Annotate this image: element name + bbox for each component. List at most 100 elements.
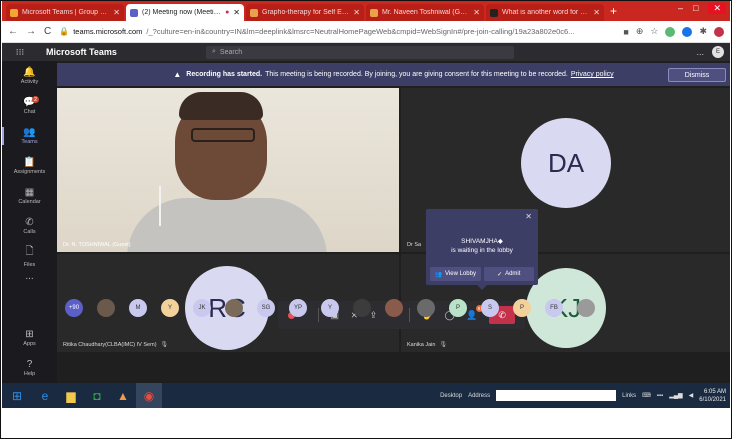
video-tile-guest[interactable]: Dr. N. TOSHNIWAL (Guest) [57, 88, 399, 252]
app-launcher-icon[interactable]: ⁝⁝⁝ [2, 47, 38, 58]
participant-chip[interactable] [417, 298, 435, 317]
file-explorer-icon[interactable]: ▆ [58, 383, 84, 408]
participant-chip[interactable]: P [513, 298, 531, 317]
url-path: /_?culture=en-in&country=IN&lm=deeplink&… [146, 27, 575, 36]
rail-item-activity[interactable]: 🔔 Activity [2, 61, 57, 91]
people-icon: 👥 [434, 271, 443, 278]
store-icon[interactable]: ◘ [84, 383, 110, 408]
participant-chip[interactable] [353, 298, 371, 317]
dismiss-button[interactable]: Dismiss [668, 68, 726, 82]
avatar-da: DA [521, 118, 611, 208]
puzzle-icon[interactable]: ✱ [699, 26, 707, 37]
browser-tab-0[interactable]: Microsoft Teams | Group Chat ✕ [6, 4, 124, 21]
windows-taskbar: ⊞ e ▆ ◘ ▲ ◉ Desktop Address Links ⌨ ▪▪▪ … [2, 383, 730, 408]
address-toolbar-input[interactable] [496, 390, 617, 401]
close-icon[interactable]: ✕ [525, 212, 532, 221]
browser-tab-2[interactable]: Grapho-therapy for Self Evaluat ✕ [246, 4, 364, 21]
rail-label: Assignments [13, 169, 46, 175]
participant-chip[interactable]: M [129, 298, 147, 317]
close-tab-icon[interactable]: ✕ [473, 8, 480, 17]
participant-chip[interactable] [385, 298, 403, 317]
participant-chip[interactable]: SG [257, 298, 275, 317]
page-favicon-icon [250, 8, 258, 17]
network-icon[interactable]: ▂▄▆ [669, 392, 682, 399]
tray-icons[interactable]: ▪▪▪ [657, 393, 663, 399]
participant-name: Ritika Chaudhary(CLBA(IMC) IV Sem) [63, 341, 157, 348]
close-window-icon[interactable]: ✕ [708, 3, 726, 14]
browser-tab-3[interactable]: Mr. Naveen Toshniwal (Grapho ✕ [366, 4, 484, 21]
rail-item-files[interactable]: 🗋 Files [2, 241, 57, 271]
browser-tab-1[interactable]: (2) Meeting now (Meeting) ● ✕ [126, 4, 244, 21]
close-tab-icon[interactable]: ✕ [353, 8, 360, 17]
rail-item-chat[interactable]: 💬 Chat 2 [2, 91, 57, 121]
new-tab-button[interactable]: + [610, 4, 617, 18]
tab-title: Mr. Naveen Toshniwal (Grapho [382, 9, 470, 16]
recording-dot-icon: ● [225, 9, 230, 16]
chrome-icon[interactable]: ◉ [136, 383, 162, 408]
participant-chip[interactable]: JK [193, 298, 211, 317]
extension-icon[interactable] [665, 26, 676, 37]
calendar-icon: ▦ [24, 187, 35, 198]
participant-chip[interactable]: S [481, 298, 499, 317]
participant-chip[interactable] [577, 298, 595, 317]
participant-chip[interactable]: +90 [65, 298, 83, 317]
search-input[interactable]: ⌕ Search [206, 45, 514, 59]
rail-item-teams[interactable]: 👥 Teams [2, 121, 57, 151]
participant-chip[interactable]: Y [161, 298, 179, 317]
help-icon: ? [26, 359, 33, 370]
more-options-icon[interactable]: ... [696, 47, 704, 57]
apps-icon: ⊞ [25, 329, 34, 340]
privacy-policy-link[interactable]: Privacy policy [571, 71, 614, 78]
browser-tab-4[interactable]: What is another word for accl ✕ [486, 4, 604, 21]
mic-off-icon: 🎙 [160, 342, 169, 348]
volume-icon[interactable]: ◀ [689, 392, 694, 399]
close-tab-icon[interactable]: ✕ [113, 8, 120, 17]
rail-label: Help [23, 371, 36, 377]
windows-start-icon[interactable]: ⊞ [2, 389, 32, 403]
rail-item-apps[interactable]: ⊞ Apps [2, 323, 57, 353]
participant-glasses [191, 128, 255, 142]
participant-name-tag: Dr Sa [407, 242, 421, 248]
system-clock[interactable]: 6:05 AM 6/10/2021 [699, 388, 726, 404]
teams-brand: Microsoft Teams [46, 47, 117, 57]
rail-more-icon[interactable]: ... [2, 271, 57, 293]
participant-chip[interactable]: YP [289, 298, 307, 317]
participant-chip[interactable]: P [449, 298, 467, 317]
close-tab-icon[interactable]: ✕ [593, 8, 600, 17]
camera-blocked-icon[interactable]: ■ [623, 27, 628, 37]
rail-item-assignments[interactable]: 📋 Assignments [2, 151, 57, 181]
reload-button[interactable]: C [44, 26, 51, 37]
edge-icon[interactable]: e [32, 383, 58, 408]
extension-icon[interactable] [682, 26, 693, 37]
rail-item-help[interactable]: ? Help [2, 353, 57, 383]
maximize-icon[interactable]: □ [693, 3, 698, 14]
close-tab-icon[interactable]: ✕ [233, 8, 240, 17]
teams-icon: 👥 [23, 127, 36, 138]
tab-title: What is another word for accl [502, 9, 590, 16]
me-avatar[interactable]: E [712, 46, 724, 58]
participant-name-tag: Dr. N. TOSHNIWAL (Guest) [63, 242, 131, 248]
back-button[interactable]: ← [8, 26, 18, 37]
participant-chip[interactable]: FB [545, 298, 563, 317]
teams-header: ⁝⁝⁝ Microsoft Teams ⌕ Search ... E [2, 43, 730, 61]
rail-item-calendar[interactable]: ▦ Calendar [2, 181, 57, 211]
participant-chip[interactable]: Y [321, 298, 339, 317]
forward-button[interactable]: → [26, 26, 36, 37]
participant-chip[interactable] [97, 298, 115, 317]
admit-button[interactable]: ✓ Admit [483, 267, 534, 281]
vlc-icon[interactable]: ▲ [110, 383, 136, 408]
profile-avatar[interactable] [714, 26, 724, 37]
clock-date: 6/10/2021 [699, 396, 726, 403]
desktop-toolbar-label[interactable]: Desktop [440, 393, 462, 399]
participant-chip[interactable] [225, 298, 243, 317]
address-bar[interactable]: 🔒 teams.microsoft.com/_?culture=en-in&co… [59, 27, 615, 36]
participant-name: Dr Sa [407, 242, 422, 248]
rail-label: Teams [21, 139, 38, 145]
links-toolbar-label[interactable]: Links [622, 393, 636, 399]
zoom-icon[interactable]: ⊕ [636, 26, 644, 37]
view-lobby-button[interactable]: 👥 View Lobby [430, 267, 481, 281]
rail-item-calls[interactable]: ✆ Calls [2, 211, 57, 241]
minimize-icon[interactable]: – [678, 3, 683, 14]
keyboard-icon[interactable]: ⌨ [642, 392, 651, 399]
star-icon[interactable]: ☆ [650, 26, 658, 37]
